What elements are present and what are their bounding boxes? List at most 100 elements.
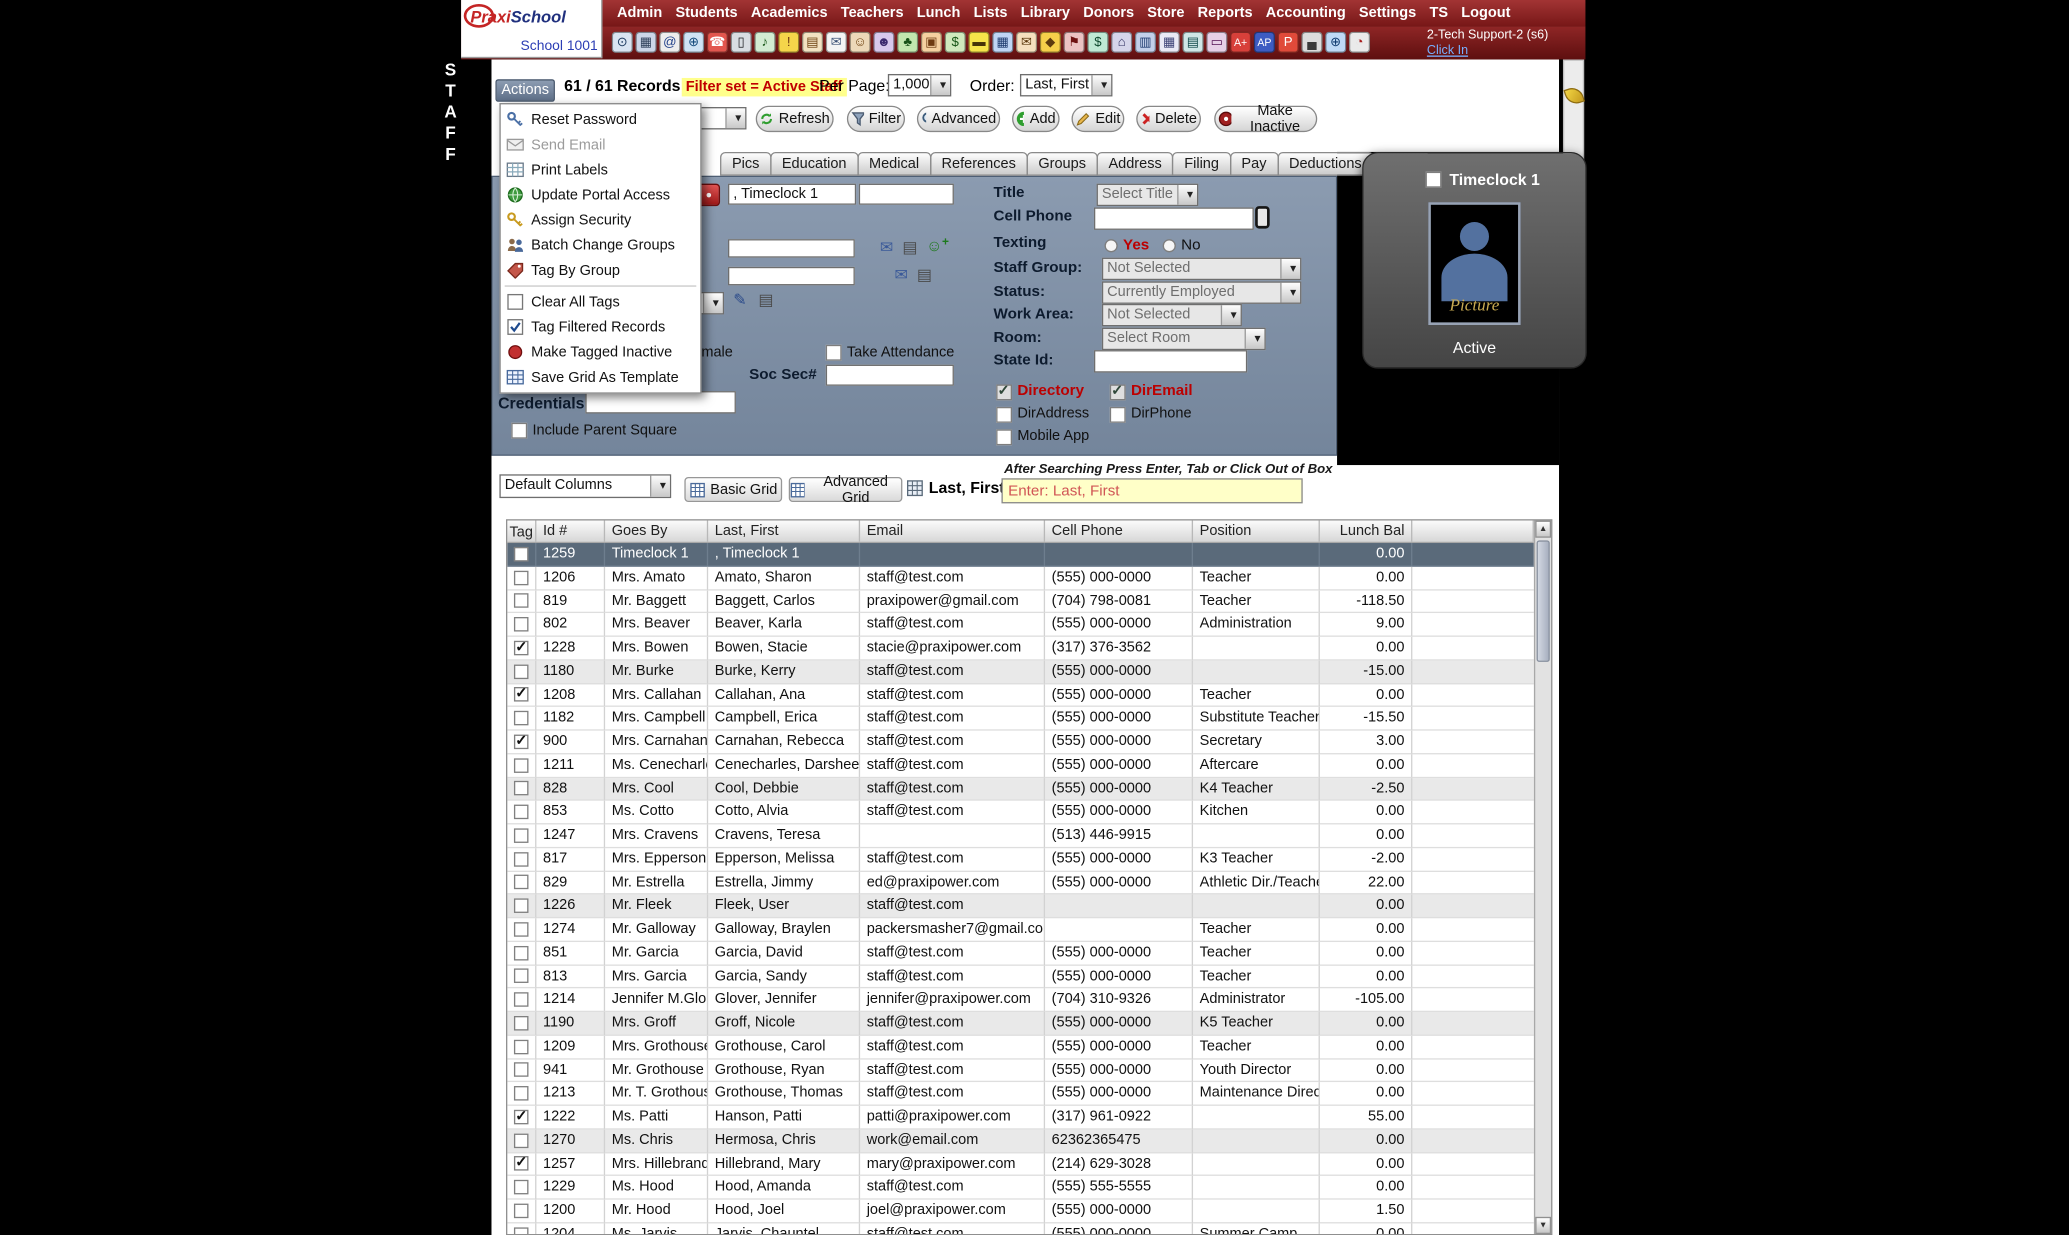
tab-pics[interactable]: Pics [720,152,771,176]
delete-button[interactable]: Delete [1136,106,1201,132]
nav-reports[interactable]: Reports [1198,5,1253,21]
tag-checkbox[interactable] [514,641,529,656]
col-header-lunch-bal[interactable]: Lunch Bal [1320,521,1412,542]
tag-checkbox[interactable] [514,711,529,726]
mobile-phone-icon[interactable] [1255,206,1270,228]
mobile-app-checkbox[interactable] [996,429,1012,445]
print-icon[interactable]: ▤ [902,239,917,256]
credentials-field[interactable] [585,391,736,413]
table-row[interactable]: 1247Mrs. CravensCravens, Teresa(513) 446… [507,824,1534,847]
tag-checkbox[interactable] [514,570,529,585]
calculator-icon[interactable]: ▦ [635,32,656,53]
nav-logout[interactable]: Logout [1461,5,1510,21]
reports-icon[interactable]: ▥ [1135,32,1156,53]
take-attendance-checkbox[interactable] [826,345,842,361]
table-row[interactable]: 1190Mrs. GroffGroff, Nicolestaff@test.co… [507,1012,1534,1035]
table-row[interactable]: 1259Timeclock 1, Timeclock 10.00 [507,543,1534,566]
billing-icon[interactable]: ▤ [1182,32,1203,53]
tab-deductions[interactable]: Deductions [1277,152,1374,176]
bank-icon[interactable]: ⌂ [1111,32,1132,53]
email-icon[interactable]: ✉ [880,239,893,256]
table-row[interactable]: 802Mrs. BeaverBeaver, Karlastaff@test.co… [507,613,1534,636]
title-select[interactable]: Select Title [1097,184,1199,206]
soc-sec-field[interactable] [826,365,954,386]
table-row[interactable]: 828Mrs. CoolCool, Debbiestaff@test.com(5… [507,778,1534,801]
email-icon[interactable]: ✉ [894,267,907,284]
web-icon[interactable]: ⊕ [683,32,704,53]
col-header-goes-by[interactable]: Goes By [605,521,708,542]
tag-checkbox[interactable] [514,664,529,679]
menu-item-print-labels[interactable]: Print Labels [501,157,701,182]
nav-store[interactable]: Store [1147,5,1184,21]
clipboard-icon[interactable]: ▤ [758,292,773,309]
grid-scrollbar[interactable]: ▲ ▼ [1534,521,1551,1234]
table-row[interactable]: 1228Mrs. BowenBowen, Staciestacie@praxip… [507,637,1534,660]
table-row[interactable]: 1200Mr. HoodHood, Joeljoel@praxipower.co… [507,1200,1534,1223]
tab-groups[interactable]: Groups [1026,152,1097,176]
col-header-last-first[interactable]: Last, First [708,521,860,542]
mobile-icon[interactable]: ▯ [731,32,752,53]
nav-students[interactable]: Students [675,5,737,21]
add-contact-icon[interactable]: ☺ [926,238,942,255]
table-row[interactable]: 1208Mrs. CallahanCallahan, Anastaff@test… [507,684,1534,707]
grade-ap-icon[interactable]: AP [1254,32,1275,53]
texting-yes-radio[interactable] [1105,239,1118,252]
tag-checkbox[interactable] [514,1180,529,1195]
scroll-up-icon[interactable]: ▲ [1535,521,1551,538]
table-row[interactable]: 1270Ms. ChrisHermosa, Chriswork@email.co… [507,1129,1534,1152]
edit-button[interactable]: Edit [1071,106,1124,132]
tab-medical[interactable]: Medical [857,152,931,176]
staff-card[interactable]: Timeclock 1 Picture Active [1362,152,1587,369]
menu-item-clear-all-tags[interactable]: Clear All Tags [501,289,701,314]
bus-icon[interactable]: ▬ [968,32,989,53]
click-in-link[interactable]: Click In [1427,44,1548,59]
tab-filing[interactable]: Filing [1172,152,1231,176]
cash-icon[interactable]: $ [1087,32,1108,53]
state-id-field[interactable] [1094,350,1247,372]
nav-lunch[interactable]: Lunch [917,5,961,21]
status-select[interactable]: Currently Employed [1102,281,1302,303]
tag-checkbox[interactable] [514,734,529,749]
nav-lists[interactable]: Lists [974,5,1008,21]
card-icon[interactable]: ▭ [1206,32,1227,53]
table-row[interactable]: 1214Jennifer M.Glo...Glover, Jenniferjen… [507,989,1534,1012]
diraddress-checkbox[interactable] [996,407,1012,423]
table-row[interactable]: 1209Mrs. GrothouseGrothouse, Carolstaff@… [507,1035,1534,1058]
tag-checkbox[interactable] [514,1016,529,1031]
tab-pay[interactable]: Pay [1230,152,1279,176]
add-button[interactable]: Add [1012,106,1060,132]
tag-checkbox[interactable] [514,945,529,960]
name-field[interactable] [728,184,856,205]
tag-checkbox[interactable] [514,1157,529,1172]
tag-checkbox[interactable] [514,758,529,773]
tag-checkbox[interactable] [514,1203,529,1218]
tag-checkbox[interactable] [514,1039,529,1054]
search-input[interactable] [1001,478,1302,503]
tag-checkbox[interactable] [514,899,529,914]
tag-checkbox[interactable] [514,852,529,867]
tab-references[interactable]: References [930,152,1028,176]
tag-checkbox[interactable] [514,1063,529,1078]
grid-icon[interactable]: ▦ [1159,32,1180,53]
nav-accounting[interactable]: Accounting [1266,5,1346,21]
table-row[interactable]: 853Ms. CottoCotto, Alviastaff@test.com(5… [507,801,1534,824]
tag-checkbox[interactable] [514,1086,529,1101]
payroll-icon[interactable]: $ [945,32,966,53]
table-row[interactable]: 813Mrs. GarciaGarcia, Sandystaff@test.co… [507,965,1534,988]
table-row[interactable]: 819Mr. BaggettBaggett, Carlospraxipower@… [507,590,1534,613]
email-icon[interactable]: @ [659,32,680,53]
tag-checkbox[interactable] [514,992,529,1007]
advanced-button[interactable]: Advanced [917,106,1000,132]
schedule-icon[interactable]: ▦ [992,32,1013,53]
table-row[interactable]: 1226Mr. FleekFleek, Userstaff@test.com0.… [507,895,1534,918]
tag-checkbox[interactable] [514,594,529,609]
col-header-position[interactable]: Position [1193,521,1320,542]
nav-academics[interactable]: Academics [751,5,828,21]
menu-item-tag-filtered-records[interactable]: Tag Filtered Records [501,314,701,339]
directory-checkbox[interactable] [996,384,1012,400]
menu-item-tag-by-group[interactable]: Tag By Group [501,258,701,283]
advanced-grid-button[interactable]: Advanced Grid [789,477,903,502]
tag-checkbox[interactable] [514,922,529,937]
grade-a-icon[interactable]: A+ [1230,32,1251,53]
menu-item-assign-security[interactable]: Assign Security [501,207,701,232]
